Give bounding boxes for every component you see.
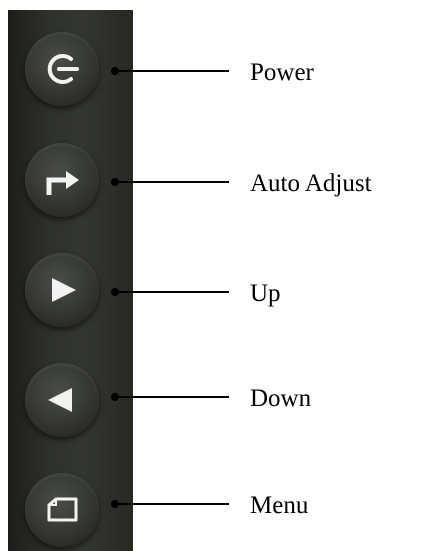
- auto-adjust-arrow-icon: [46, 171, 79, 195]
- leader-line-auto-adjust: [117, 181, 229, 183]
- power-icon: [47, 54, 79, 84]
- power-button[interactable]: [25, 32, 99, 106]
- up-button[interactable]: [25, 253, 99, 327]
- triangle-left-icon: [48, 388, 72, 412]
- auto-adjust-button[interactable]: [25, 143, 99, 217]
- menu-button[interactable]: [25, 473, 99, 547]
- label-power: Power: [250, 59, 314, 86]
- label-down: Down: [250, 385, 312, 412]
- leader-line-power: [117, 70, 229, 72]
- leader-line-up: [117, 291, 229, 293]
- triangle-right-icon: [52, 278, 76, 302]
- label-menu: Menu: [250, 492, 309, 519]
- label-auto-adjust: Auto Adjust: [250, 170, 372, 197]
- leader-line-menu: [117, 503, 229, 505]
- down-button[interactable]: [25, 363, 99, 437]
- leader-line-down: [117, 396, 229, 398]
- button-panel: [8, 10, 133, 551]
- label-up: Up: [250, 280, 281, 307]
- menu-card-icon: [47, 497, 78, 522]
